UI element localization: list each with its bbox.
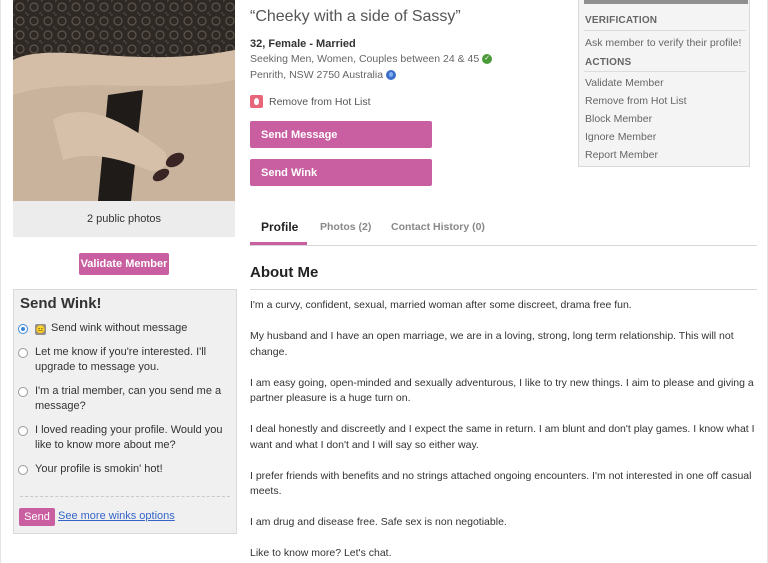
member-actions-panel: VERIFICATION Ask member to verify their … [578,0,750,167]
profile-photo[interactable] [13,0,235,201]
divider [584,71,746,72]
send-wink-button[interactable]: Send Wink [250,159,432,186]
wink-panel-title: Send Wink! [20,295,102,312]
wink-option-label: I'm a trial member, can you send me a me… [35,385,222,412]
more-winks-link[interactable]: See more winks options [58,510,175,522]
remove-hotlist-link[interactable]: Remove from Hot List [250,95,371,108]
action-remove-hotlist[interactable]: Remove from Hot List [585,95,687,107]
about-paragraph: I'm a curvy, confident, sexual, married … [250,299,632,311]
action-report-member[interactable]: Report Member [585,149,658,161]
tab-contact-history[interactable]: Contact History (0) [391,221,485,233]
actions-heading: ACTIONS [585,57,632,68]
globe-icon [386,70,397,80]
action-validate-member[interactable]: Validate Member [585,77,664,89]
radio-selected-icon[interactable] [18,324,28,334]
seeking-text: Seeking Men, Women, Couples between 24 &… [250,53,480,65]
wink-option-label: I loved reading your profile. Would you … [35,424,223,451]
wink-option[interactable]: 😐 Send wink without message [18,321,232,336]
send-message-button[interactable]: Send Message [250,121,432,148]
wink-option[interactable]: I loved reading your profile. Would you … [18,423,232,453]
location-text: Penrith, NSW 2750 Australia [250,69,384,81]
send-wink-panel: Send Wink! 😐 Send wink without message Le… [13,289,237,534]
about-heading: About Me [250,264,319,281]
about-paragraph: I am easy going, open-minded and sexuall… [250,376,754,405]
panel-top-bar [584,0,748,4]
neutral-face-icon: 😐 [35,324,46,335]
verified-check-icon: ✓ [482,54,493,64]
wink-option-label: Send wink without message [51,322,188,334]
active-tab-indicator [250,242,307,245]
action-block-member[interactable]: Block Member [585,113,652,125]
validate-member-button[interactable]: Validate Member [79,253,169,275]
profile-seeking: Seeking Men, Women, Couples between 24 &… [250,53,493,65]
wink-option[interactable]: I'm a trial member, can you send me a me… [18,384,232,414]
divider [584,30,746,31]
profile-tabs: Profile Photos (2) Contact History (0) [250,213,757,246]
profile-location: Penrith, NSW 2750 Australia [250,69,397,81]
divider [20,496,230,497]
wink-option-label: Your profile is smokin' hot! [35,463,163,475]
about-text: I'm a curvy, confident, sexual, married … [250,298,755,563]
about-paragraph: Like to know more? Let's chat. [250,547,392,559]
radio-icon[interactable] [18,387,28,397]
send-wink-submit-button[interactable]: Send [19,508,55,526]
wink-option[interactable]: Your profile is smokin' hot! [18,462,232,477]
action-ignore-member[interactable]: Ignore Member [585,131,656,143]
radio-icon[interactable] [18,465,28,475]
fire-icon [250,95,263,108]
about-paragraph: My husband and I have an open marriage, … [250,330,734,358]
verification-heading: VERIFICATION [585,15,658,26]
about-paragraph: I deal honestly and discreetly and I exp… [250,423,755,451]
about-paragraph: I prefer friends with benefits and no st… [250,469,752,498]
wink-option[interactable]: Let me know if you're interested. I'll u… [18,345,232,375]
hotlist-label: Remove from Hot List [269,95,371,108]
wink-options: 😐 Send wink without message Let me know i… [18,321,232,486]
radio-icon[interactable] [18,348,28,358]
tab-photos[interactable]: Photos (2) [320,221,371,233]
wink-option-label: Let me know if you're interested. I'll u… [35,346,207,373]
divider [250,289,757,290]
photo-count[interactable]: 2 public photos [13,201,235,237]
verify-request-link[interactable]: Ask member to verify their profile! [585,37,741,49]
tab-profile[interactable]: Profile [261,220,298,234]
profile-tagline: “Cheeky with a side of Sassy” [250,8,461,25]
profile-summary: 32, Female - Married [250,38,356,50]
radio-icon[interactable] [18,426,28,436]
about-paragraph: I am drug and disease free. Safe sex is … [250,516,507,528]
